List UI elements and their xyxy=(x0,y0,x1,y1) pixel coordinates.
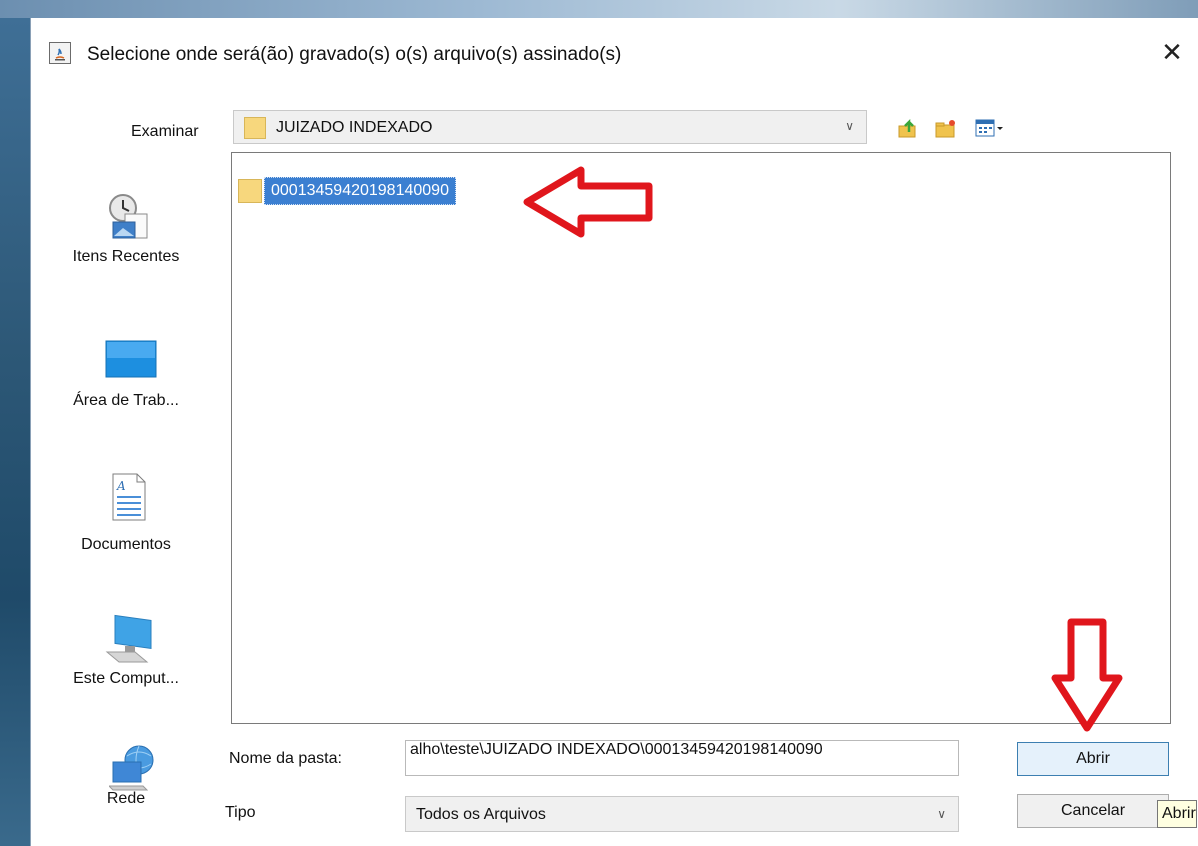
file-type-combobox[interactable]: Todos os Arquivos ∨ xyxy=(405,796,959,832)
svg-text:A: A xyxy=(116,479,126,493)
view-menu-icon[interactable] xyxy=(975,118,1003,138)
place-label: Rede xyxy=(106,790,146,807)
folder-name-value: alho\teste\JUIZADO INDEXADO\000134594201… xyxy=(410,741,823,758)
folder-icon xyxy=(238,179,262,203)
file-chooser-dialog: Selecione onde será(ão) gravado(s) o(s) … xyxy=(30,18,1198,846)
new-folder-icon[interactable] xyxy=(935,118,957,138)
java-app-icon xyxy=(49,42,71,64)
left-arrow-annotation xyxy=(523,166,653,238)
folder-name-input[interactable]: alho\teste\JUIZADO INDEXADO\000134594201… xyxy=(405,740,959,776)
place-this-computer[interactable]: Este Comput... xyxy=(41,598,211,698)
tooltip: Abrir xyxy=(1157,800,1197,828)
close-button[interactable]: ✕ xyxy=(1157,38,1187,68)
up-one-level-icon[interactable] xyxy=(897,118,919,138)
file-list[interactable]: 00013459420198140090 xyxy=(231,152,1171,724)
place-desktop[interactable]: Área de Trab... xyxy=(41,328,211,418)
chevron-down-icon: ∨ xyxy=(937,807,946,821)
look-in-value: JUIZADO INDEXADO xyxy=(276,119,433,136)
place-documents[interactable]: A Documentos xyxy=(41,468,211,558)
network-icon xyxy=(107,742,159,796)
places-bar: Itens Recentes Área de Trab... A Documen… xyxy=(41,168,211,838)
place-label: Documentos xyxy=(81,536,171,553)
chevron-down-icon: ∨ xyxy=(845,119,854,133)
dialog-title: Selecione onde será(ão) gravado(s) o(s) … xyxy=(87,44,622,65)
folder-icon xyxy=(244,117,266,139)
file-type-label: Tipo xyxy=(225,804,256,821)
file-name: 00013459420198140090 xyxy=(264,177,456,205)
recent-items-icon xyxy=(103,192,155,246)
place-label: Área de Trab... xyxy=(73,392,179,409)
place-recent-items[interactable]: Itens Recentes xyxy=(41,184,211,274)
look-in-combobox[interactable]: JUIZADO INDEXADO ∨ xyxy=(233,110,867,144)
down-arrow-annotation xyxy=(1051,618,1123,732)
desktop-background-edge xyxy=(0,18,30,846)
file-type-value: Todos os Arquivos xyxy=(416,806,546,823)
open-button[interactable]: Abrir xyxy=(1017,742,1169,776)
desktop-background xyxy=(0,0,1198,18)
title-bar: Selecione onde será(ão) gravado(s) o(s) … xyxy=(31,18,1198,82)
place-label: Itens Recentes xyxy=(72,248,180,265)
cancel-button[interactable]: Cancelar xyxy=(1017,794,1169,828)
computer-icon xyxy=(105,612,155,668)
place-network[interactable]: Rede xyxy=(41,740,211,830)
documents-icon: A xyxy=(109,472,149,526)
place-label: Este Comput... xyxy=(73,670,179,687)
look-in-label: Examinar xyxy=(131,123,199,140)
desktop-icon xyxy=(105,340,157,384)
folder-name-label: Nome da pasta: xyxy=(229,750,342,767)
